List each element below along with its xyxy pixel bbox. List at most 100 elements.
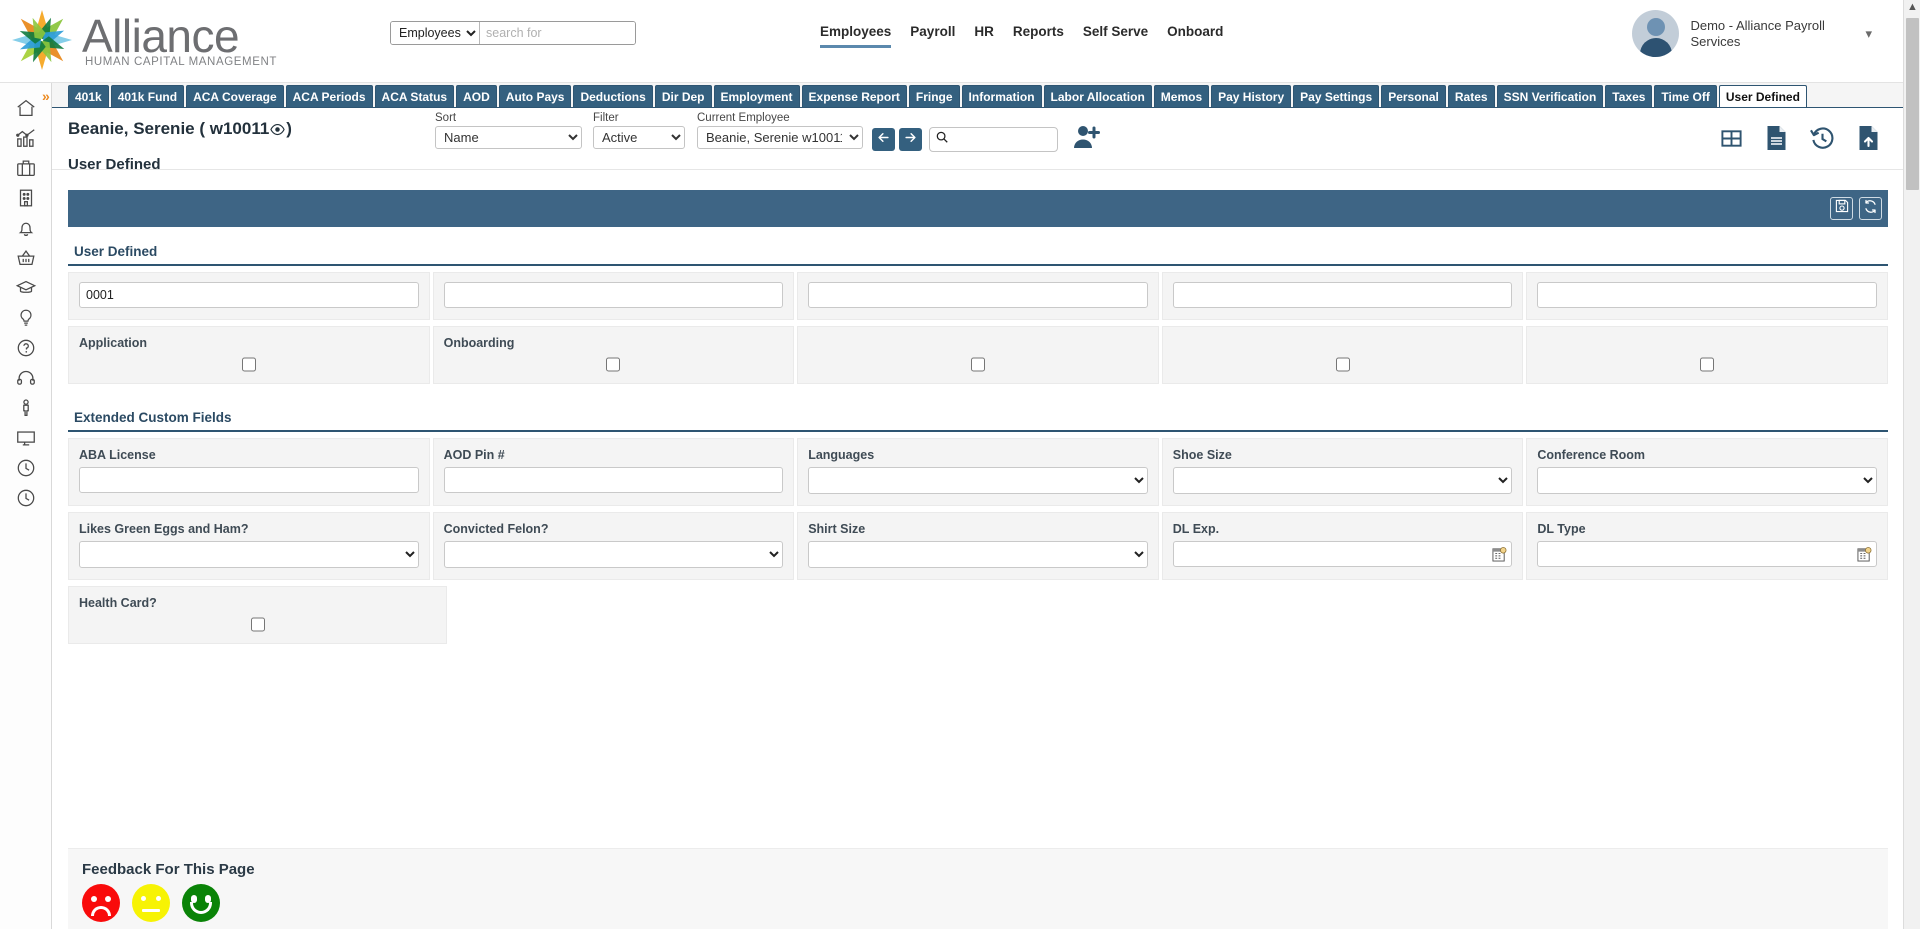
shoe-size-select[interactable] bbox=[1172, 467, 1513, 494]
calendar-icon[interactable] bbox=[1857, 546, 1872, 567]
languages-field: Languages bbox=[797, 438, 1159, 506]
refresh-button[interactable] bbox=[1859, 197, 1882, 220]
udf-checkbox-4[interactable] bbox=[1335, 357, 1350, 372]
shirt-size-select[interactable] bbox=[808, 541, 1148, 568]
document-icon[interactable] bbox=[1765, 125, 1788, 156]
nav-self-serve[interactable]: Self Serve bbox=[1083, 24, 1148, 45]
tab-user-defined[interactable]: User Defined bbox=[1718, 85, 1807, 107]
nav-payroll[interactable]: Payroll bbox=[910, 24, 955, 45]
search-input[interactable] bbox=[480, 22, 635, 44]
employee-name-suffix: ) bbox=[286, 119, 292, 138]
sidebar-item-ideas[interactable] bbox=[0, 303, 52, 333]
search-scope-select[interactable]: Employees bbox=[391, 22, 480, 44]
grid-icon[interactable] bbox=[1720, 127, 1743, 155]
tab-pay-history[interactable]: Pay History bbox=[1211, 85, 1292, 107]
tab-401k-fund[interactable]: 401k Fund bbox=[110, 85, 185, 107]
tab-personal[interactable]: Personal bbox=[1381, 85, 1446, 107]
sidebar-item-history[interactable] bbox=[0, 483, 52, 513]
sidebar-item-support[interactable] bbox=[0, 363, 52, 393]
sidebar-item-company[interactable] bbox=[0, 183, 52, 213]
udf-input-3[interactable] bbox=[808, 282, 1148, 308]
languages-select[interactable] bbox=[808, 467, 1148, 494]
tab-taxes[interactable]: Taxes bbox=[1605, 85, 1653, 107]
previous-employee-button[interactable] bbox=[872, 128, 895, 151]
page-scrollbar[interactable]: ▲ bbox=[1903, 0, 1920, 929]
nav-employees[interactable]: Employees bbox=[820, 24, 892, 48]
tab-dir-dep[interactable]: Dir Dep bbox=[654, 85, 712, 107]
history-icon[interactable] bbox=[1810, 126, 1835, 156]
sidebar-item-analytics[interactable] bbox=[0, 123, 52, 153]
sidebar-item-notifications[interactable] bbox=[0, 213, 52, 243]
upload-document-icon[interactable] bbox=[1857, 125, 1880, 156]
sidebar-item-profile[interactable] bbox=[0, 393, 52, 423]
tab-information[interactable]: Information bbox=[961, 85, 1042, 107]
sort-select[interactable]: Name bbox=[435, 126, 582, 149]
tab-aca-periods[interactable]: ACA Periods bbox=[285, 85, 373, 107]
sidebar-item-help[interactable] bbox=[0, 333, 52, 363]
tab-auto-pays[interactable]: Auto Pays bbox=[498, 85, 572, 107]
tab-expense-report[interactable]: Expense Report bbox=[801, 85, 907, 107]
sidebar-item-time[interactable] bbox=[0, 453, 52, 483]
scrollbar-thumb[interactable] bbox=[1906, 18, 1919, 190]
tab-401k[interactable]: 401k bbox=[68, 85, 109, 107]
udf-cell-4 bbox=[1161, 272, 1524, 320]
udf-input-5[interactable] bbox=[1537, 282, 1877, 308]
filter-label: Filter bbox=[593, 112, 619, 124]
tab-aca-coverage[interactable]: ACA Coverage bbox=[186, 85, 284, 107]
tab-aod[interactable]: AOD bbox=[456, 85, 497, 107]
likes-green-eggs-select[interactable] bbox=[79, 541, 419, 568]
udf-checkbox-1[interactable] bbox=[241, 357, 256, 372]
udf-input-1[interactable] bbox=[79, 282, 419, 308]
feedback-sad-button[interactable] bbox=[82, 884, 120, 922]
sidebar-item-learning[interactable] bbox=[0, 273, 52, 303]
udf-checkbox-3[interactable] bbox=[970, 357, 985, 372]
health-card-checkbox[interactable] bbox=[250, 617, 265, 632]
eye-icon[interactable] bbox=[270, 121, 285, 141]
arrow-left-icon bbox=[876, 130, 891, 150]
tab-pay-settings[interactable]: Pay Settings bbox=[1293, 85, 1380, 107]
sidebar-item-desktop[interactable] bbox=[0, 423, 52, 453]
shirt-size-label: Shirt Size bbox=[808, 522, 866, 536]
employee-quick-search-input[interactable] bbox=[949, 131, 1049, 148]
udf-input-4[interactable] bbox=[1172, 282, 1513, 308]
scroll-up-icon[interactable]: ▲ bbox=[1907, 1, 1918, 13]
filter-select[interactable]: Active bbox=[593, 126, 685, 149]
conference-room-select[interactable] bbox=[1537, 467, 1877, 494]
aod-pin-input[interactable] bbox=[443, 467, 784, 493]
udf-checkbox-5[interactable] bbox=[1700, 357, 1715, 372]
current-employee-select[interactable]: Beanie, Serenie w10011 bbox=[697, 126, 863, 149]
user-menu[interactable]: Demo - Alliance Payroll Services ▾ bbox=[1632, 10, 1872, 57]
brand-logo[interactable]: Alliance HUMAN CAPITAL MANAGEMENT bbox=[6, 4, 277, 76]
tab-memos[interactable]: Memos bbox=[1153, 85, 1210, 107]
sidebar-item-briefcase[interactable] bbox=[0, 153, 52, 183]
dl-exp-input[interactable] bbox=[1172, 541, 1513, 567]
employee-quick-search[interactable] bbox=[929, 127, 1058, 152]
tab-labor-allocation[interactable]: Labor Allocation bbox=[1043, 85, 1152, 107]
tab-rates[interactable]: Rates bbox=[1447, 85, 1495, 107]
udf-input-2[interactable] bbox=[443, 282, 784, 308]
tab-aca-status[interactable]: ACA Status bbox=[374, 85, 455, 107]
calendar-icon[interactable] bbox=[1492, 546, 1507, 567]
convicted-felon-select[interactable] bbox=[443, 541, 784, 568]
tab-deductions[interactable]: Deductions bbox=[573, 85, 653, 107]
chevron-down-icon[interactable]: ▾ bbox=[1865, 26, 1872, 42]
aba-license-input[interactable] bbox=[79, 467, 419, 493]
feedback-happy-button[interactable] bbox=[182, 884, 220, 922]
global-search[interactable]: Employees bbox=[390, 21, 636, 45]
tab-employment[interactable]: Employment bbox=[713, 85, 800, 107]
udf-checkbox-2[interactable] bbox=[606, 357, 621, 372]
dl-type-input[interactable] bbox=[1537, 541, 1877, 567]
save-button[interactable] bbox=[1830, 197, 1853, 220]
nav-hr[interactable]: HR bbox=[974, 24, 994, 45]
tab-time-off[interactable]: Time Off bbox=[1654, 85, 1717, 107]
sidebar-expand-icon[interactable]: » bbox=[42, 88, 50, 104]
add-employee-button[interactable] bbox=[1072, 124, 1100, 155]
aod-pin-label: AOD Pin # bbox=[443, 448, 505, 462]
nav-onboard[interactable]: Onboard bbox=[1167, 24, 1223, 45]
nav-reports[interactable]: Reports bbox=[1013, 24, 1064, 45]
next-employee-button[interactable] bbox=[899, 128, 922, 151]
tab-fringe[interactable]: Fringe bbox=[908, 85, 960, 107]
tab-ssn-verification[interactable]: SSN Verification bbox=[1496, 85, 1604, 107]
feedback-neutral-button[interactable] bbox=[132, 884, 170, 922]
sidebar-item-marketplace[interactable] bbox=[0, 243, 52, 273]
